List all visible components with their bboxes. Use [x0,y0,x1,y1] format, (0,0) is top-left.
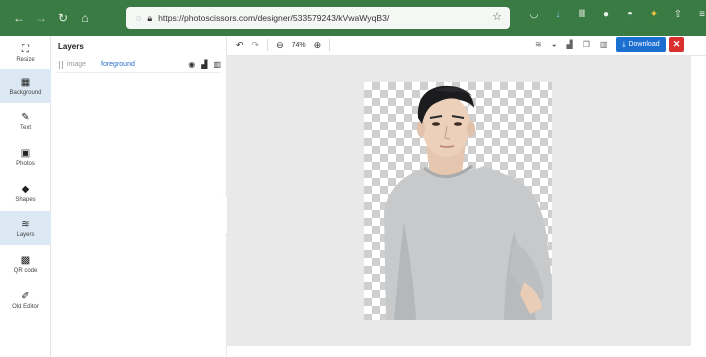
foreground-image[interactable] [364,82,552,320]
rail-item-old-editor[interactable]: ✐ Old Editor [0,283,51,317]
layers-icon: ≋ [21,218,30,230]
photo-icon: ▣ [20,147,31,159]
rail-item-text[interactable]: ✎ Text [0,104,51,138]
text-icon: ✎ [21,111,30,123]
layer-actions: ◉ ▟ ▥ [188,60,221,69]
opacity-icon[interactable]: ◒ [552,40,557,49]
delete-icon[interactable]: ▥ [600,40,608,49]
library-icon[interactable]: Ⅲ [576,9,588,20]
menu-icon[interactable]: ≡ [696,9,706,20]
reload-icon[interactable]: ↻ [54,9,72,27]
toolbar-right: ≋ ◒ ▟ ❐ ▥ [535,40,607,49]
rail-item-label: Layers [16,231,35,238]
eye-icon[interactable]: ◉ [188,60,195,69]
canvas-scrollbar[interactable] [691,56,706,346]
pocket-icon[interactable]: ◡ [528,9,540,20]
rail-item-shapes[interactable]: ◆ Shapes [0,176,51,210]
download-icon: ⤓ [622,40,626,48]
unlock-icon[interactable]: ▟ [201,60,207,69]
layers-panel: Layers image foreground ◉ ▟ ▥ [51,36,227,357]
layer-type: image [67,61,87,68]
download-icon[interactable]: ↓ [552,9,564,20]
design-canvas[interactable] [364,82,552,320]
drag-handle-icon[interactable] [59,60,63,69]
rail-item-label: Shapes [15,196,36,203]
browser-extensions: ◡ ↓ Ⅲ ● ◓ ✦ ⇧ ≡ [528,9,706,20]
resize-icon: ⛶ [22,43,29,55]
divider [329,39,331,51]
rail-item-layers[interactable]: ≋ Layers [0,211,51,245]
download-label: Download [628,41,660,48]
redo-icon[interactable]: ↷ [252,40,260,51]
browser-nav: ← → ↻ ⌂ [10,9,94,27]
trash-icon[interactable]: ▥ [213,60,221,69]
qr-code-icon: ▩ [20,254,31,266]
shield-icon: ◌ [136,13,142,23]
download-button[interactable]: ⤓ Download [616,37,666,52]
rail-item-resize[interactable]: ⛶ Resize [0,36,51,70]
tool-rail: ⛶ Resize ▦ Background ✎ Text ▣ Photos ◆ … [0,36,51,357]
back-icon[interactable]: ← [10,9,28,27]
rail-item-label: Resize [16,56,35,63]
panel-title: Layers [58,42,84,51]
undo-icon[interactable]: ↶ [236,40,244,51]
lock-icon: 🔒︎ [147,12,153,23]
rail-item-label: Old Editor [12,303,39,310]
rail-item-label: Text [19,124,31,131]
share-icon[interactable]: ⇧ [672,9,684,20]
canvas-area[interactable] [227,56,691,346]
browser-toolbar: ← → ↻ ⌂ ◌ 🔒︎ https://photoscissors.com/d… [0,0,706,36]
extension-icon-3[interactable]: ✦ [648,9,660,20]
close-button[interactable]: ✕ [669,37,684,52]
extension-icon[interactable]: ● [600,9,612,20]
rail-item-qr-code[interactable]: ▩ QR code [0,247,51,281]
edit-icon: ✐ [21,290,30,302]
address-bar[interactable]: ◌ 🔒︎ https://photoscissors.com/designer/… [126,7,510,29]
zoom-in-icon[interactable]: ⊕ [314,40,322,51]
layer-row[interactable]: image foreground ◉ ▟ ▥ [57,57,221,73]
bookmark-star-icon[interactable]: ☆ [492,10,502,23]
rail-item-photos[interactable]: ▣ Photos [0,140,51,174]
bottom-strip [227,346,706,357]
rail-item-background[interactable]: ▦ Background [0,69,51,103]
forward-icon[interactable]: → [32,9,50,27]
lock-icon[interactable]: ▟ [567,40,573,49]
zoom-out-icon[interactable]: ⊖ [276,40,284,51]
rail-item-label: QR code [13,267,38,274]
grid-icon: ▦ [20,76,31,88]
home-icon[interactable]: ⌂ [76,9,94,27]
editor-toolbar: ↶ ↷ ⊖ 74% ⊕ ≋ ◒ ▟ ❐ ▥ ⤓ Download ✕ [227,36,706,56]
url-text[interactable]: https://photoscissors.com/designer/53357… [158,13,389,23]
layers-stack-icon[interactable]: ≋ [535,40,542,49]
toolbar-left: ↶ ↷ ⊖ 74% ⊕ [236,39,331,51]
divider [267,39,269,51]
rail-item-label: Photos [16,160,35,167]
layer-name[interactable]: foreground [101,61,171,68]
extension-icon-2[interactable]: ◓ [624,9,636,20]
zoom-level[interactable]: 74% [292,42,306,49]
duplicate-icon[interactable]: ❐ [583,40,590,49]
rail-item-label: Background [9,89,42,96]
shapes-icon: ◆ [21,183,30,195]
